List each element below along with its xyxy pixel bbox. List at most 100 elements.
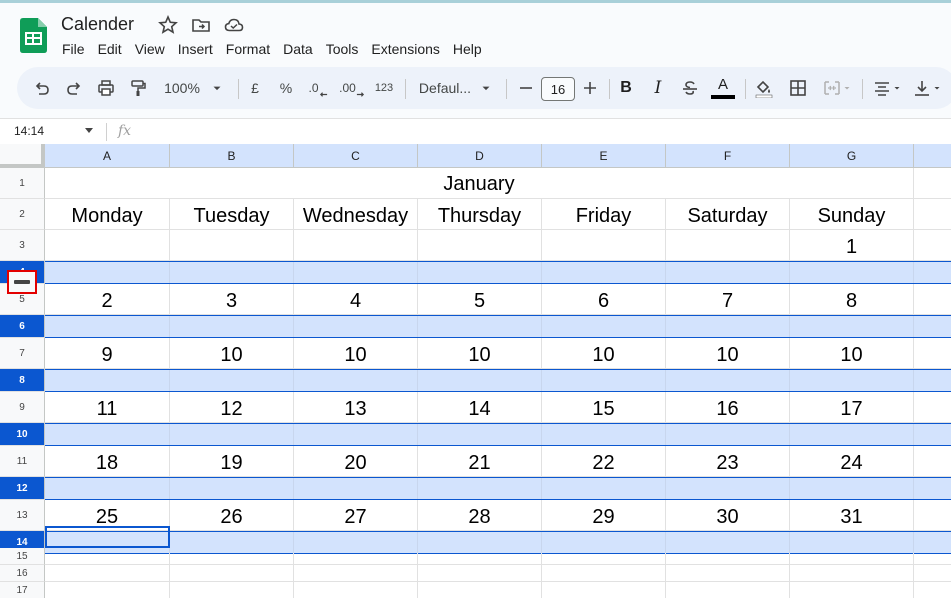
day-header-saturday[interactable]: Saturday <box>666 199 790 230</box>
date-cell[interactable]: 15 <box>542 392 666 423</box>
cell[interactable] <box>170 582 294 598</box>
selected-row-band[interactable] <box>45 369 951 392</box>
date-cell[interactable]: 18 <box>45 446 170 477</box>
date-cell[interactable]: 9 <box>45 338 170 369</box>
date-cell[interactable]: 24 <box>790 446 914 477</box>
date-cell[interactable]: 4 <box>294 284 418 315</box>
currency-button[interactable]: £ <box>244 67 266 109</box>
cell[interactable] <box>790 565 914 582</box>
row-header-11[interactable]: 11 <box>0 446 45 477</box>
decrease-font-size-button[interactable] <box>516 67 536 109</box>
date-cell[interactable]: 10 <box>418 338 542 369</box>
row-header-6[interactable]: 6 <box>0 315 45 338</box>
name-box-dropdown-icon[interactable] <box>85 128 93 133</box>
date-cell[interactable] <box>666 230 790 261</box>
cloud-status-icon[interactable] <box>224 15 244 35</box>
cell[interactable] <box>666 582 790 598</box>
percent-button[interactable]: % <box>275 67 297 109</box>
day-header-wednesday[interactable]: Wednesday <box>294 199 418 230</box>
cell[interactable] <box>542 582 666 598</box>
date-cell[interactable]: 8 <box>790 284 914 315</box>
column-header-extra[interactable] <box>914 144 951 168</box>
cell[interactable] <box>418 548 542 565</box>
cell[interactable] <box>170 565 294 582</box>
menu-insert[interactable]: Insert <box>178 41 213 57</box>
date-cell[interactable]: 17 <box>790 392 914 423</box>
row-header-9[interactable]: 9 <box>0 392 45 423</box>
date-cell[interactable]: 2 <box>45 284 170 315</box>
menu-view[interactable]: View <box>135 41 165 57</box>
select-all-corner[interactable] <box>0 144 45 168</box>
cell[interactable] <box>914 582 951 598</box>
cell[interactable] <box>914 338 951 369</box>
redo-button[interactable] <box>63 67 85 109</box>
zoom-select[interactable]: 100% <box>159 67 229 109</box>
cell[interactable] <box>914 565 951 582</box>
date-cell[interactable]: 19 <box>170 446 294 477</box>
cell[interactable] <box>294 548 418 565</box>
date-cell[interactable]: 1 <box>790 230 914 261</box>
row-header-16[interactable]: 16 <box>0 565 45 582</box>
borders-button[interactable] <box>787 67 809 109</box>
print-button[interactable] <box>95 67 117 109</box>
date-cell[interactable]: 10 <box>666 338 790 369</box>
column-header-c[interactable]: C <box>294 144 418 168</box>
undo-button[interactable] <box>31 67 53 109</box>
date-cell[interactable]: 14 <box>418 392 542 423</box>
row-header-8[interactable]: 8 <box>0 369 45 392</box>
cell[interactable] <box>45 582 170 598</box>
row-header-2[interactable]: 2 <box>0 199 45 230</box>
day-header-thursday[interactable]: Thursday <box>418 199 542 230</box>
cell[interactable] <box>542 548 666 565</box>
date-cell[interactable]: 5 <box>418 284 542 315</box>
day-header-sunday[interactable]: Sunday <box>790 199 914 230</box>
cell[interactable] <box>666 548 790 565</box>
column-header-g[interactable]: G <box>790 144 914 168</box>
cell[interactable] <box>45 548 170 565</box>
name-box[interactable]: 14:14 <box>14 124 44 138</box>
day-header-friday[interactable]: Friday <box>542 199 666 230</box>
selected-row-band[interactable] <box>45 477 951 500</box>
date-cell[interactable]: 31 <box>790 500 914 531</box>
selected-row-band[interactable] <box>45 423 951 446</box>
column-header-e[interactable]: E <box>542 144 666 168</box>
star-icon[interactable] <box>158 15 178 35</box>
date-cell[interactable]: 21 <box>418 446 542 477</box>
selected-row-band[interactable] <box>45 261 951 284</box>
column-header-f[interactable]: F <box>666 144 790 168</box>
date-cell[interactable] <box>45 230 170 261</box>
increase-decimal-button[interactable]: .00 <box>337 67 367 109</box>
date-cell[interactable] <box>294 230 418 261</box>
cell[interactable] <box>45 565 170 582</box>
cell[interactable] <box>666 565 790 582</box>
date-cell[interactable]: 10 <box>790 338 914 369</box>
vertical-align-button[interactable] <box>910 67 944 109</box>
cell[interactable] <box>170 548 294 565</box>
sheets-logo-icon[interactable] <box>20 18 47 53</box>
date-cell[interactable]: 10 <box>170 338 294 369</box>
cell[interactable] <box>914 500 951 531</box>
date-cell[interactable]: 10 <box>542 338 666 369</box>
date-cell[interactable]: 29 <box>542 500 666 531</box>
cell[interactable] <box>418 565 542 582</box>
row-header-12[interactable]: 12 <box>0 477 45 500</box>
row-header-17[interactable]: 17 <box>0 582 45 598</box>
decrease-decimal-button[interactable]: .0 <box>305 67 331 109</box>
date-cell[interactable]: 30 <box>666 500 790 531</box>
paint-format-button[interactable] <box>127 67 149 109</box>
column-header-a[interactable]: A <box>45 144 170 168</box>
day-header-tuesday[interactable]: Tuesday <box>170 199 294 230</box>
cell[interactable] <box>914 392 951 423</box>
text-color-button[interactable]: A <box>709 67 737 109</box>
row-header-13[interactable]: 13 <box>0 500 45 531</box>
horizontal-align-button[interactable] <box>869 67 905 109</box>
menu-file[interactable]: File <box>62 41 85 57</box>
row-header-15[interactable]: 15 <box>0 548 45 565</box>
date-cell[interactable] <box>170 230 294 261</box>
row-header-10[interactable]: 10 <box>0 423 45 446</box>
cell[interactable] <box>914 168 951 199</box>
cell[interactable] <box>294 582 418 598</box>
row-header-1[interactable]: 1 <box>0 168 45 199</box>
date-cell[interactable]: 22 <box>542 446 666 477</box>
row-resize-handle[interactable] <box>7 270 37 294</box>
